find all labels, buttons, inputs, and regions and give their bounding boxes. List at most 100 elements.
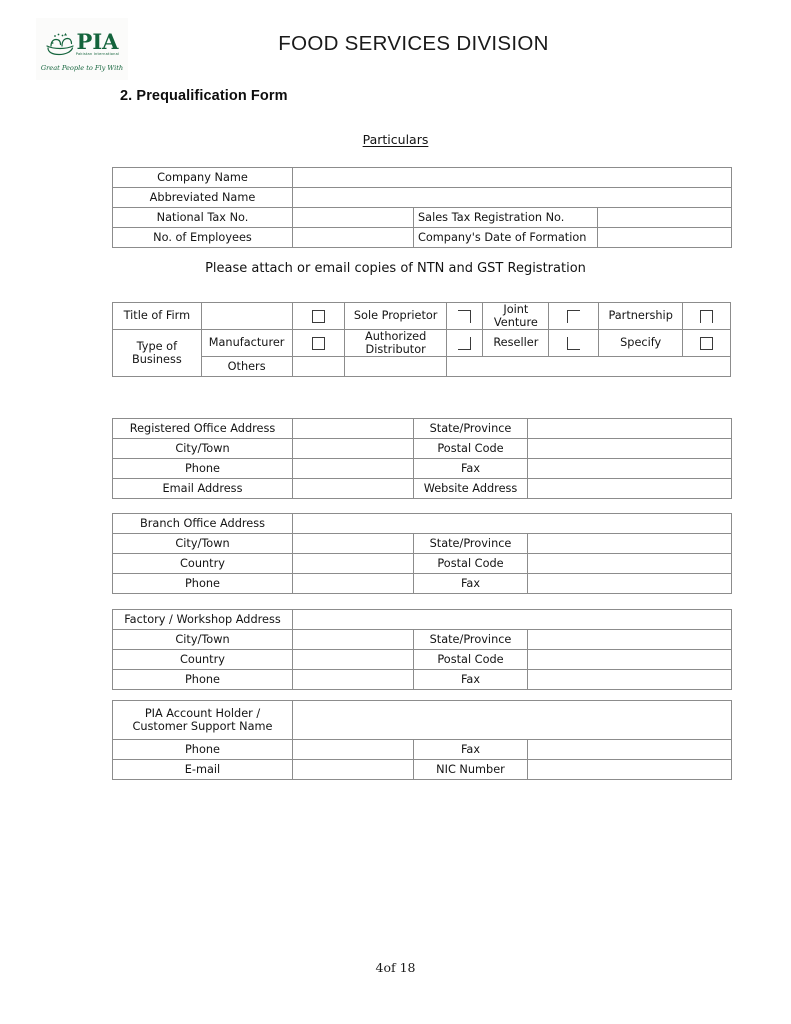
checkbox-reseller-icon[interactable] [567, 336, 581, 350]
factory-state-province-value[interactable] [527, 629, 732, 650]
reseller-checkbox-cell[interactable] [548, 328, 599, 357]
specify-checkbox-cell[interactable] [682, 328, 731, 357]
table-row: Abbreviated Name [112, 187, 732, 208]
checkbox-joint-venture-icon[interactable] [567, 309, 581, 323]
checkbox-sole-proprietor-icon[interactable] [458, 309, 472, 323]
attach-note-text: Please attach or email copies of NTN and… [205, 261, 586, 276]
national-tax-no-value[interactable] [292, 207, 414, 228]
factory-city-town-value[interactable] [292, 629, 414, 650]
factory-phone-label: Phone [112, 669, 293, 690]
others-checkbox-cell[interactable] [291, 355, 346, 377]
registered-office-table: Registered Office Address State/Province… [112, 418, 732, 499]
registered-state-province-label: State/Province [413, 418, 528, 439]
registered-city-town-value[interactable] [292, 438, 414, 459]
pia-email-value[interactable] [292, 759, 414, 780]
no-of-employees-value[interactable] [292, 227, 414, 248]
sole-proprietor-label: Sole Proprietor [344, 302, 448, 330]
others-extra-cell[interactable] [446, 355, 731, 377]
joint-venture-checkbox-cell[interactable] [548, 302, 599, 330]
table-row: Country Postal Code [112, 649, 732, 670]
branch-country-value[interactable] [292, 553, 414, 574]
company-name-value[interactable] [292, 167, 732, 188]
manufacturer-checkbox-cell[interactable] [291, 328, 346, 357]
checkbox-partnership-icon[interactable] [700, 309, 714, 323]
branch-state-province-value[interactable] [527, 533, 732, 554]
registered-city-town-label: City/Town [112, 438, 293, 459]
checkbox-specify-icon[interactable] [700, 336, 714, 350]
sales-tax-registration-no-value[interactable] [597, 207, 732, 228]
authorized-distributor-checkbox-cell[interactable] [446, 328, 484, 357]
registered-email-address-value[interactable] [292, 478, 414, 499]
pia-fax-value[interactable] [527, 739, 732, 760]
attach-note: Please attach or email copies of NTN and… [0, 261, 791, 276]
logo-tagline: Great People to Fly With [40, 63, 124, 72]
table-row: City/Town Postal Code [112, 438, 732, 459]
branch-phone-label: Phone [112, 573, 293, 594]
partnership-label: Partnership [597, 302, 684, 330]
company-name-label: Company Name [112, 167, 293, 188]
factory-workshop-address-label: Factory / Workshop Address [112, 609, 293, 630]
factory-workshop-address-value[interactable] [292, 609, 732, 630]
pia-account-holder-value[interactable] [292, 700, 732, 740]
table-row: Phone Fax [112, 458, 732, 479]
pia-email-label: E-mail [112, 759, 293, 780]
particulars-table: Company Name Abbreviated Name National T… [112, 167, 732, 248]
type-of-business-label: Type of Business [112, 328, 202, 377]
branch-city-town-value[interactable] [292, 533, 414, 554]
reseller-label: Reseller [482, 328, 550, 357]
title-of-firm-value[interactable] [200, 302, 293, 330]
document-page: PIA Pakistan International Great People … [0, 0, 791, 1024]
pia-nic-number-label: NIC Number [413, 759, 528, 780]
table-row: Registered Office Address State/Province [112, 418, 732, 439]
abbreviated-name-value[interactable] [292, 187, 732, 208]
business-type-table: Title of Firm Sole Proprietor Joint Vent… [112, 302, 731, 377]
others-value-cell[interactable] [344, 355, 448, 377]
branch-fax-value[interactable] [527, 573, 732, 594]
partnership-checkbox-cell[interactable] [682, 302, 731, 330]
branch-phone-value[interactable] [292, 573, 414, 594]
specify-label: Specify [597, 328, 684, 357]
registered-fax-value[interactable] [527, 458, 732, 479]
title-of-firm-checkbox-cell[interactable] [291, 302, 346, 330]
table-row-title-of-firm: Title of Firm Sole Proprietor Joint Vent… [112, 302, 731, 330]
sole-proprietor-checkbox-cell[interactable] [446, 302, 484, 330]
pia-phone-value[interactable] [292, 739, 414, 760]
checkbox-authorized-distributor-icon[interactable] [458, 336, 472, 350]
authorized-distributor-label: Authorized Distributor [344, 328, 448, 357]
registered-office-address-value[interactable] [292, 418, 414, 439]
registered-fax-label: Fax [413, 458, 528, 479]
joint-venture-label: Joint Venture [482, 302, 550, 330]
manufacturer-label: Manufacturer [200, 328, 293, 357]
pia-phone-label: Phone [112, 739, 293, 760]
table-row: Branch Office Address [112, 513, 732, 534]
page-header: PIA Pakistan International Great People … [0, 10, 791, 80]
registered-postal-code-label: Postal Code [413, 438, 528, 459]
registered-state-province-value[interactable] [527, 418, 732, 439]
branch-postal-code-value[interactable] [527, 553, 732, 574]
table-row: Email Address Website Address [112, 478, 732, 499]
factory-phone-value[interactable] [292, 669, 414, 690]
registered-phone-label: Phone [112, 458, 293, 479]
pia-nic-number-value[interactable] [527, 759, 732, 780]
registered-postal-code-value[interactable] [527, 438, 732, 459]
checkbox-manufacturer-icon[interactable] [311, 336, 325, 350]
branch-state-province-label: State/Province [413, 533, 528, 554]
document-title: FOOD SERVICES DIVISION [278, 32, 549, 55]
branch-office-address-value[interactable] [292, 513, 732, 534]
table-row: City/Town State/Province [112, 629, 732, 650]
registered-phone-value[interactable] [292, 458, 414, 479]
checkbox-title-of-firm-icon[interactable] [311, 309, 325, 323]
factory-fax-value[interactable] [527, 669, 732, 690]
table-row-type-of-business: Type of Business Manufacturer Authorized… [112, 328, 731, 377]
factory-country-label: Country [112, 649, 293, 670]
national-tax-no-label: National Tax No. [112, 207, 293, 228]
factory-country-value[interactable] [292, 649, 414, 670]
factory-city-town-label: City/Town [112, 629, 293, 650]
table-row: Country Postal Code [112, 553, 732, 574]
factory-fax-label: Fax [413, 669, 528, 690]
registered-website-address-value[interactable] [527, 478, 732, 499]
table-row-others: Others [113, 355, 731, 377]
company-date-of-formation-value[interactable] [597, 227, 732, 248]
pia-fax-label: Fax [413, 739, 528, 760]
factory-postal-code-value[interactable] [527, 649, 732, 670]
